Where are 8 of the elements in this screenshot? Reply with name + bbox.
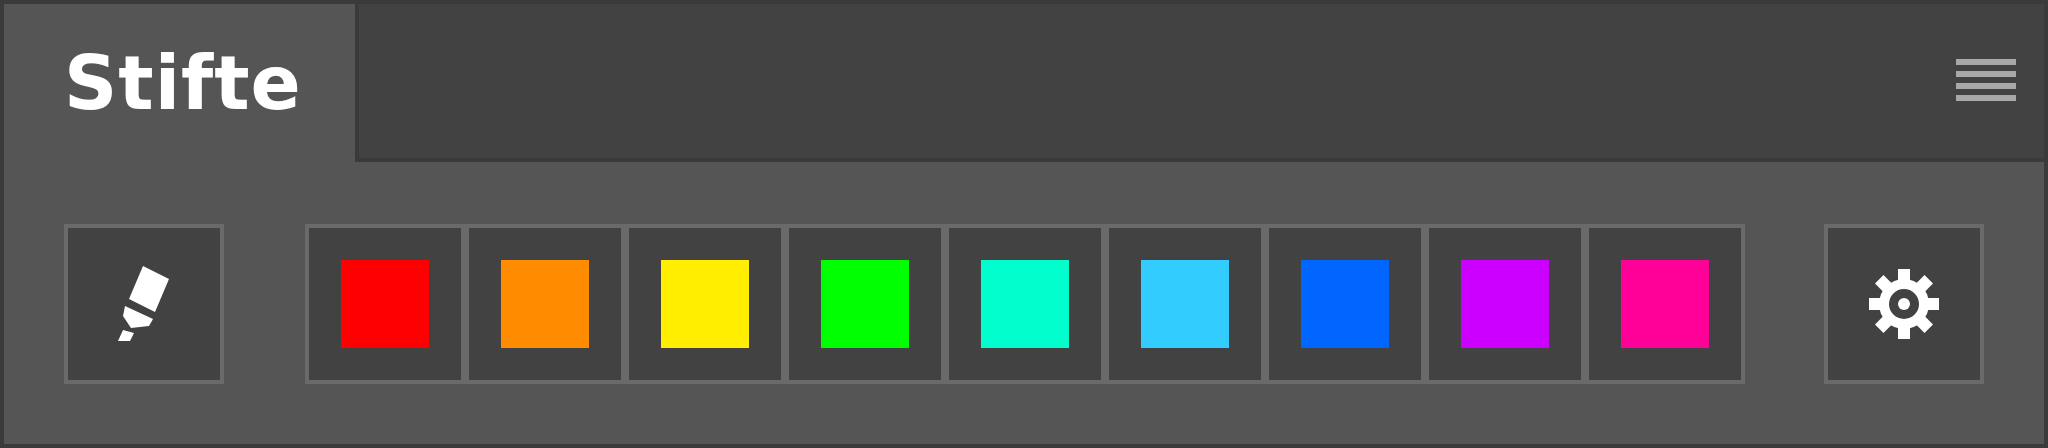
settings-icon [1868, 268, 1940, 340]
color-swatch-button[interactable] [305, 224, 465, 384]
color-swatch-button[interactable] [1585, 224, 1745, 384]
highlighter-icon [117, 266, 171, 342]
settings-button[interactable] [1824, 224, 1984, 384]
tab-title: Stifte [64, 40, 302, 126]
highlighter-button[interactable] [64, 224, 224, 384]
menu-icon[interactable] [1956, 59, 2016, 101]
